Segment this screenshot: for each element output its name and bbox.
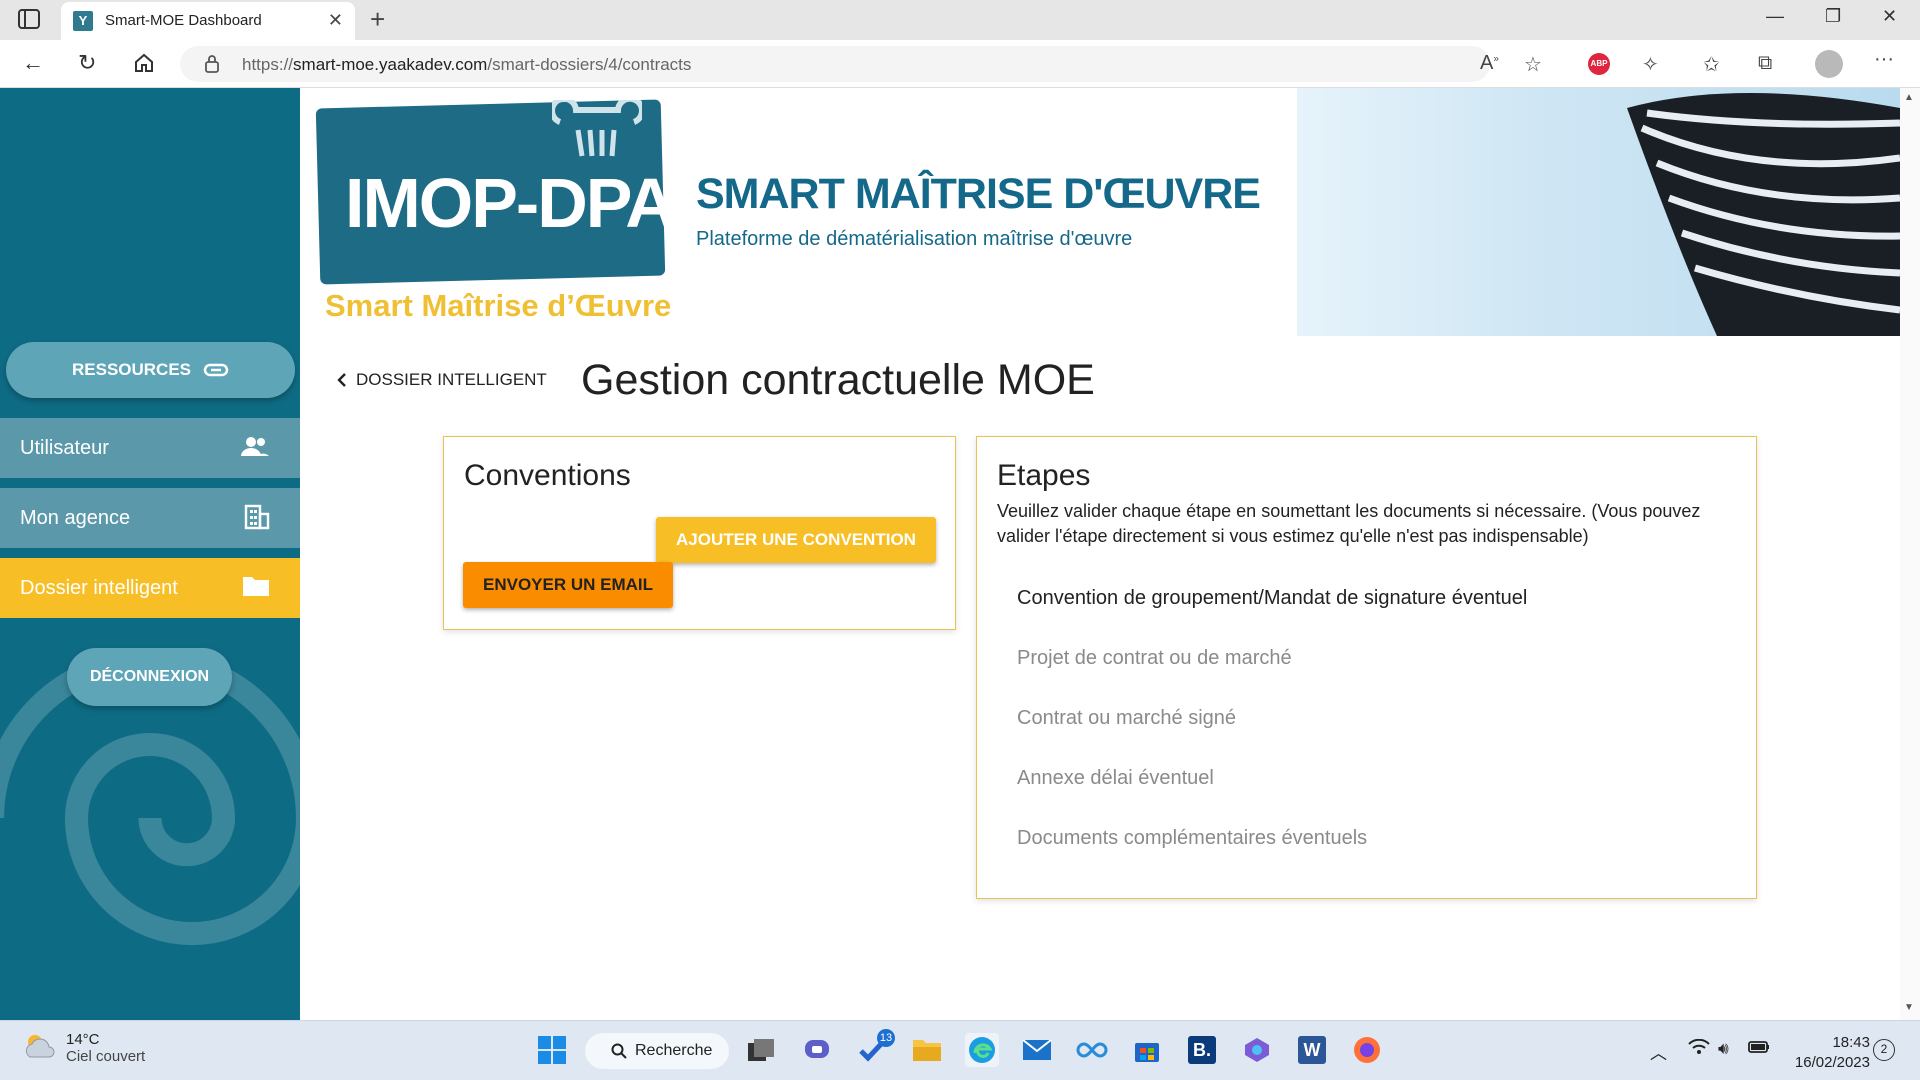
home-icon[interactable] [133, 52, 155, 74]
back-to-dossier-link[interactable]: DOSSIER INTELLIGENT [336, 370, 547, 390]
wifi-icon[interactable] [1688, 1038, 1710, 1060]
url-field[interactable]: https://smart-moe.yaakadev.com/smart-dos… [180, 46, 1490, 82]
step-item[interactable]: Convention de groupement/Mandat de signa… [1017, 587, 1527, 610]
step-item[interactable]: Contrat ou marché signé [1017, 707, 1236, 730]
page-title: Gestion contractuelle MOE [581, 356, 1095, 404]
logout-button[interactable]: DÉCONNEXION [67, 648, 232, 706]
weather-description: Ciel couvert [66, 1048, 146, 1065]
show-hidden-icons-icon[interactable]: ︿ [1650, 1039, 1667, 1064]
task-view-icon[interactable] [744, 1033, 778, 1067]
teams-chat-icon[interactable] [800, 1033, 834, 1067]
url-text: https://smart-moe.yaakadev.com/smart-dos… [242, 55, 692, 74]
logo-subtitle: Smart Maîtrise d’Œuvre [325, 288, 672, 323]
battery-icon[interactable] [1748, 1039, 1770, 1059]
brand-subtitle: Plateforme de dématérialisation maîtrise… [696, 228, 1133, 250]
scroll-up-icon[interactable]: ▲ [1904, 92, 1914, 103]
clock[interactable]: 18:43 16/02/2023 [1782, 1033, 1870, 1073]
minimize-icon[interactable]: — [1766, 6, 1784, 27]
column-capital-icon [552, 100, 642, 157]
store-icon[interactable] [1130, 1033, 1164, 1067]
send-email-button[interactable]: ENVOYER UN EMAIL [463, 562, 673, 608]
close-window-icon[interactable]: ✕ [1882, 6, 1897, 27]
add-convention-button[interactable]: AJOUTER UNE CONVENTION [656, 517, 936, 563]
step-item[interactable]: Documents complémentaires éventuels [1017, 827, 1367, 850]
browser-tab[interactable]: Y Smart-MOE Dashboard ✕ [61, 2, 355, 40]
cloudy-weather-icon [25, 1035, 55, 1058]
building-icon [244, 504, 270, 530]
tab-title: Smart-MOE Dashboard [105, 12, 262, 29]
firefox-icon[interactable] [1350, 1033, 1384, 1067]
profile-avatar[interactable] [1815, 50, 1843, 78]
banner-image [1297, 88, 1900, 336]
todo-icon[interactable]: 13 [855, 1029, 895, 1067]
steps-description: Veuillez valider chaque étape en soumett… [997, 501, 1701, 546]
word-icon[interactable]: W [1295, 1033, 1329, 1067]
taskbar: 14°C Ciel couvert Recherche 13 B. W ︿ 🔊︎… [0, 1020, 1920, 1080]
sidebar: RESSOURCES Utilisateur Mon agence Dossie… [0, 88, 300, 1020]
start-icon[interactable] [535, 1033, 569, 1067]
chevron-left-icon [337, 373, 346, 387]
temperature: 14°C [66, 1031, 100, 1048]
copilot-icon[interactable] [1240, 1033, 1274, 1067]
favorites-icon[interactable]: ✩ [1703, 52, 1720, 77]
tab-actions-icon[interactable] [18, 9, 40, 29]
sidebar-item-mon-agence[interactable]: Mon agence [0, 488, 300, 548]
reload-icon[interactable]: ↻ [78, 50, 96, 76]
todo-badge: 13 [877, 1029, 895, 1047]
page-scrollbar[interactable]: ▲ ▼ [1900, 88, 1920, 1020]
weather-widget[interactable]: 14°C Ciel couvert [22, 1031, 145, 1065]
lock-icon[interactable] [204, 54, 220, 74]
search-icon [611, 1043, 627, 1059]
paperclip-icon [203, 363, 229, 377]
adblock-icon[interactable]: ABP [1588, 53, 1610, 75]
favicon-icon: Y [73, 11, 93, 31]
conventions-card: Conventions AJOUTER UNE CONVENTION ENVOY… [443, 436, 956, 630]
new-tab-icon[interactable]: + [370, 4, 385, 35]
page: RESSOURCES Utilisateur Mon agence Dossie… [0, 88, 1920, 1020]
sidebar-item-utilisateur[interactable]: Utilisateur [0, 418, 300, 478]
folder-icon [243, 577, 269, 596]
steps-title: Etapes [997, 459, 1091, 492]
booking-icon[interactable]: B. [1185, 1033, 1219, 1067]
header-banner: IMOP-DPA Smart Maîtrise d’Œuvre SMART MA… [300, 88, 1900, 336]
mail-icon[interactable] [1020, 1033, 1054, 1067]
extensions-icon[interactable]: ✧ [1642, 52, 1659, 77]
favorite-add-icon[interactable]: ☆ [1524, 52, 1542, 77]
loop-icon[interactable] [1075, 1033, 1109, 1067]
collections-icon[interactable]: ⧉ [1758, 52, 1772, 75]
address-bar-row: ← ↻ https://smart-moe.yaakadev.com/smart… [0, 40, 1920, 88]
conventions-title: Conventions [464, 459, 631, 492]
step-item[interactable]: Annexe délai éventuel [1017, 767, 1214, 790]
taskbar-search[interactable]: Recherche [585, 1033, 729, 1069]
resources-button[interactable]: RESSOURCES [6, 342, 295, 398]
logo-text: IMOP-DPA [345, 164, 676, 242]
steps-card: Etapes Veuillez valider chaque étape en … [976, 436, 1757, 899]
sidebar-item-dossier-intelligent[interactable]: Dossier intelligent [0, 558, 300, 618]
browser-tab-bar: Y Smart-MOE Dashboard ✕ + — ❐ ✕ [0, 0, 1920, 40]
close-tab-icon[interactable]: ✕ [328, 10, 343, 31]
step-item[interactable]: Projet de contrat ou de marché [1017, 647, 1292, 670]
users-icon [241, 437, 269, 456]
read-aloud-icon[interactable]: A» [1480, 52, 1499, 75]
back-icon[interactable]: ← [22, 50, 44, 76]
scroll-down-icon[interactable]: ▼ [1904, 1002, 1914, 1013]
restore-icon[interactable]: ❐ [1825, 6, 1841, 27]
brand-title: SMART MAÎTRISE D'ŒUVRE [696, 170, 1261, 218]
edge-icon[interactable] [965, 1033, 999, 1067]
notification-badge[interactable]: 2 [1873, 1039, 1895, 1061]
tower-image [1627, 93, 1900, 336]
more-icon[interactable]: ··· [1874, 48, 1894, 71]
volume-icon[interactable]: 🔊︎ [1718, 1039, 1729, 1059]
file-explorer-icon[interactable] [910, 1033, 944, 1067]
